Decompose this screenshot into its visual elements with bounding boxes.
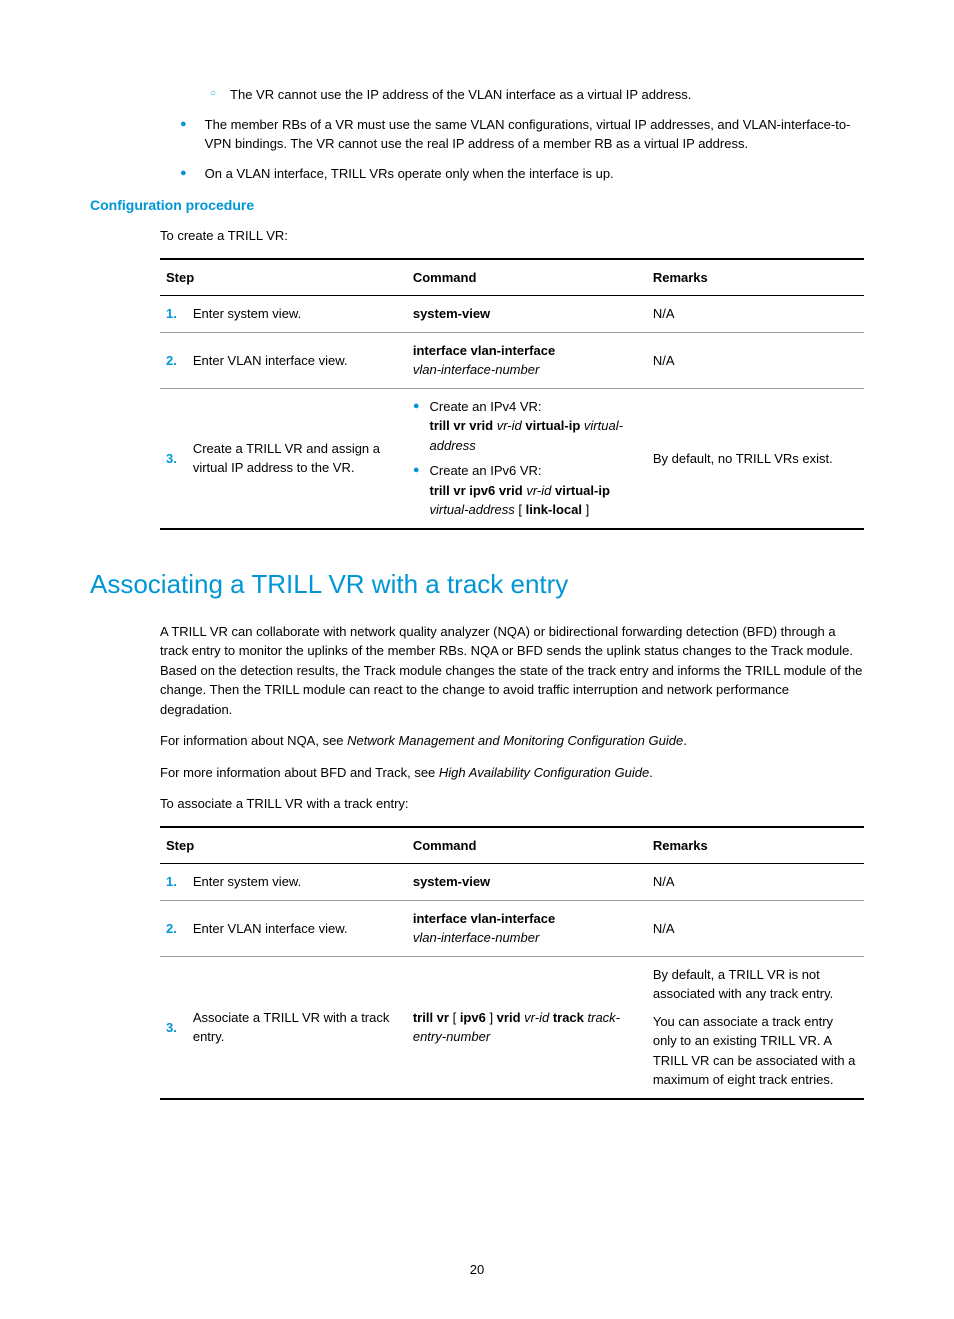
step-number: 2. [160,900,187,956]
bullet-list: ● The member RBs of a VR must use the sa… [180,115,864,184]
sub-bullet-item: ○ The VR cannot use the IP address of th… [210,85,864,105]
command-parts: trill vr ipv6 vrid vr-id virtual-ip virt… [430,483,610,518]
bullet-item: ● On a VLAN interface, TRILL VRs operate… [180,164,864,184]
bullet-text: On a VLAN interface, TRILL VRs operate o… [205,164,864,184]
sub-bullet-list: ○ The VR cannot use the IP address of th… [210,85,864,105]
step-text: Enter system view. [187,296,407,333]
col-remarks-header: Remarks [647,259,864,296]
table-row: 3. Associate a TRILL VR with a track ent… [160,956,864,1099]
bullet-text: The member RBs of a VR must use the same… [205,115,864,154]
remarks-cell: By default, a TRILL VR is not associated… [647,956,864,1099]
intro-text: To associate a TRILL VR with a track ent… [160,794,864,814]
remarks-cell: N/A [647,332,864,388]
command-cell: trill vr [ ipv6 ] vrid vr-id track track… [407,956,647,1099]
step-number: 3. [160,388,187,529]
disc-icon: ● [180,115,187,154]
command-cell: system-view [407,864,647,901]
circle-icon: ○ [210,85,216,105]
step-text: Create a TRILL VR and assign a virtual I… [187,388,407,529]
step-number: 3. [160,956,187,1099]
paragraph: A TRILL VR can collaborate with network … [160,622,864,720]
col-step-header: Step [160,827,407,864]
step-number: 2. [160,332,187,388]
step-text: Enter VLAN interface view. [187,900,407,956]
step-text: Associate a TRILL VR with a track entry. [187,956,407,1099]
page-number: 20 [90,1260,864,1280]
table-row: 2. Enter VLAN interface view. interface … [160,900,864,956]
command-cell: interface vlan-interfacevlan-interface-n… [407,900,647,956]
table-row: 1. Enter system view. system-view N/A [160,864,864,901]
paragraph: For more information about BFD and Track… [160,763,864,783]
command-parts: trill vr vrid vr-id virtual-ip virtual-a… [430,418,623,453]
step-text: Enter VLAN interface view. [187,332,407,388]
paragraph: For information about NQA, see Network M… [160,731,864,751]
command-bullet-item: ● Create an IPv6 VR: trill vr ipv6 vrid … [413,461,641,520]
bullet-item: ● The member RBs of a VR must use the sa… [180,115,864,154]
remarks-cell: N/A [647,296,864,333]
remarks-cell: N/A [647,864,864,901]
disc-icon: ● [180,164,187,184]
remarks-cell: By default, no TRILL VRs exist. [647,388,864,529]
sub-bullet-text: The VR cannot use the IP address of the … [230,85,691,105]
associate-track-entry-table: Step Command Remarks 1. Enter system vie… [160,826,864,1100]
step-number: 1. [160,296,187,333]
command-bullet-item: ● Create an IPv4 VR: trill vr vrid vr-id… [413,397,641,456]
table-row: 2. Enter VLAN interface view. interface … [160,332,864,388]
step-text: Enter system view. [187,864,407,901]
command-parts: trill vr [ ipv6 ] vrid vr-id track track… [413,1010,620,1045]
intro-text: To create a TRILL VR: [160,226,864,246]
disc-icon: ● [413,461,420,520]
configuration-procedure-heading: Configuration procedure [90,195,864,216]
table-row: 3. Create a TRILL VR and assign a virtua… [160,388,864,529]
col-step-header: Step [160,259,407,296]
step-number: 1. [160,864,187,901]
command-cell: interface vlan-interfacevlan-interface-n… [407,332,647,388]
table-row: 1. Enter system view. system-view N/A [160,296,864,333]
command-cell: ● Create an IPv4 VR: trill vr vrid vr-id… [407,388,647,529]
col-command-header: Command [407,259,647,296]
col-command-header: Command [407,827,647,864]
disc-icon: ● [413,397,420,456]
create-trill-vr-table: Step Command Remarks 1. Enter system vie… [160,258,864,530]
col-remarks-header: Remarks [647,827,864,864]
command-cell: system-view [407,296,647,333]
associating-heading: Associating a TRILL VR with a track entr… [90,565,864,604]
remarks-cell: N/A [647,900,864,956]
